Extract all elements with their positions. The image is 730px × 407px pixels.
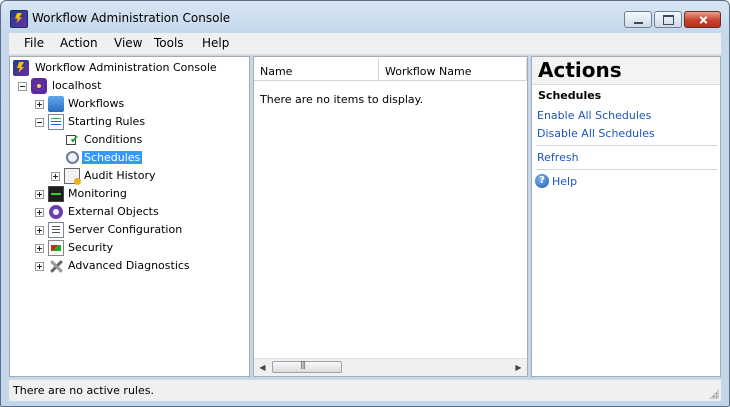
collapse-icon[interactable]	[18, 82, 27, 91]
actions-header: Actions	[532, 57, 720, 85]
actions-divider	[536, 145, 717, 146]
rules-list-icon	[48, 114, 64, 130]
tree-label-external-objects: External Objects	[68, 205, 159, 218]
diagnostics-tools-icon	[48, 258, 64, 274]
empty-list-message: There are no items to display.	[260, 93, 424, 106]
horizontal-scrollbar[interactable]: ◀ ▶	[254, 358, 527, 376]
menu-view[interactable]: View	[109, 36, 147, 50]
expand-icon[interactable]	[51, 172, 60, 181]
minimize-button[interactable]	[624, 11, 652, 28]
actions-divider	[536, 169, 717, 170]
column-header-workflow-name-label: Workflow Name	[385, 65, 472, 78]
workflows-icon	[48, 96, 64, 112]
tree-label-starting-rules: Starting Rules	[68, 115, 146, 128]
expand-icon[interactable]	[35, 100, 44, 109]
application-window: Workflow Administration Console File Act…	[0, 0, 730, 407]
menu-action[interactable]: Action	[55, 36, 103, 50]
actions-pane: Actions Schedules Enable All Schedules D…	[531, 56, 721, 377]
maximize-button[interactable]	[654, 11, 682, 28]
external-objects-icon	[49, 205, 63, 219]
audit-history-icon	[64, 168, 81, 185]
security-icon	[48, 240, 64, 256]
expand-icon[interactable]	[35, 226, 44, 235]
menu-bar: File Action View Tools Help	[9, 33, 721, 55]
expand-icon[interactable]	[35, 190, 44, 199]
help-question-icon[interactable]: ?	[535, 174, 549, 188]
enable-all-schedules-link[interactable]: Enable All Schedules	[537, 109, 651, 122]
scroll-left-icon[interactable]: ◀	[254, 359, 271, 376]
resize-grip-icon[interactable]	[709, 389, 719, 399]
tree-label-monitoring: Monitoring	[68, 187, 127, 200]
tree-label-server-configuration: Server Configuration	[68, 223, 183, 236]
tree-label-security: Security	[68, 241, 114, 254]
column-header-name[interactable]: Name	[254, 59, 379, 81]
tree-label-root: Workflow Administration Console	[35, 61, 217, 74]
workflow-console-icon	[13, 60, 29, 76]
results-list[interactable]: Name Workflow Name There are no items to…	[253, 56, 528, 377]
status-text: There are no active rules.	[13, 384, 154, 397]
scroll-thumb[interactable]	[272, 360, 342, 373]
expand-icon[interactable]	[35, 244, 44, 253]
refresh-link[interactable]: Refresh	[537, 151, 579, 164]
tree-label-advanced-diagnostics: Advanced Diagnostics	[68, 259, 190, 272]
server-gear-icon	[31, 78, 47, 94]
column-header-name-label: Name	[260, 65, 293, 78]
navigation-tree[interactable]: Workflow Administration Console localhos…	[9, 56, 250, 377]
conditions-check-icon	[64, 132, 80, 148]
collapse-icon[interactable]	[35, 118, 44, 127]
expand-icon[interactable]	[35, 208, 44, 217]
tree-label-localhost: localhost	[52, 79, 102, 92]
tree-label-workflows: Workflows	[68, 97, 125, 110]
menu-file[interactable]: File	[19, 36, 49, 50]
title-bar[interactable]: Workflow Administration Console	[1, 1, 729, 33]
server-configuration-icon	[48, 222, 64, 238]
schedule-clock-icon	[66, 151, 79, 164]
window-title: Workflow Administration Console	[32, 11, 231, 25]
monitoring-icon	[48, 186, 64, 202]
disable-all-schedules-link[interactable]: Disable All Schedules	[537, 127, 655, 140]
tree-label-schedules: Schedules	[82, 151, 143, 164]
menu-help[interactable]: Help	[197, 36, 234, 50]
expand-icon[interactable]	[35, 262, 44, 271]
tree-label-audit-history: Audit History	[84, 169, 156, 182]
close-button[interactable]	[684, 11, 721, 28]
actions-title: Actions	[538, 58, 622, 82]
column-header-workflow-name[interactable]: Workflow Name	[379, 59, 527, 81]
help-link[interactable]: Help	[552, 175, 577, 188]
status-bar: There are no active rules.	[9, 379, 721, 401]
tree-label-conditions: Conditions	[84, 133, 143, 146]
menu-tools[interactable]: Tools	[149, 36, 189, 50]
scroll-right-icon[interactable]: ▶	[510, 359, 527, 376]
actions-section-title: Schedules	[538, 89, 602, 102]
app-icon[interactable]	[10, 10, 28, 28]
